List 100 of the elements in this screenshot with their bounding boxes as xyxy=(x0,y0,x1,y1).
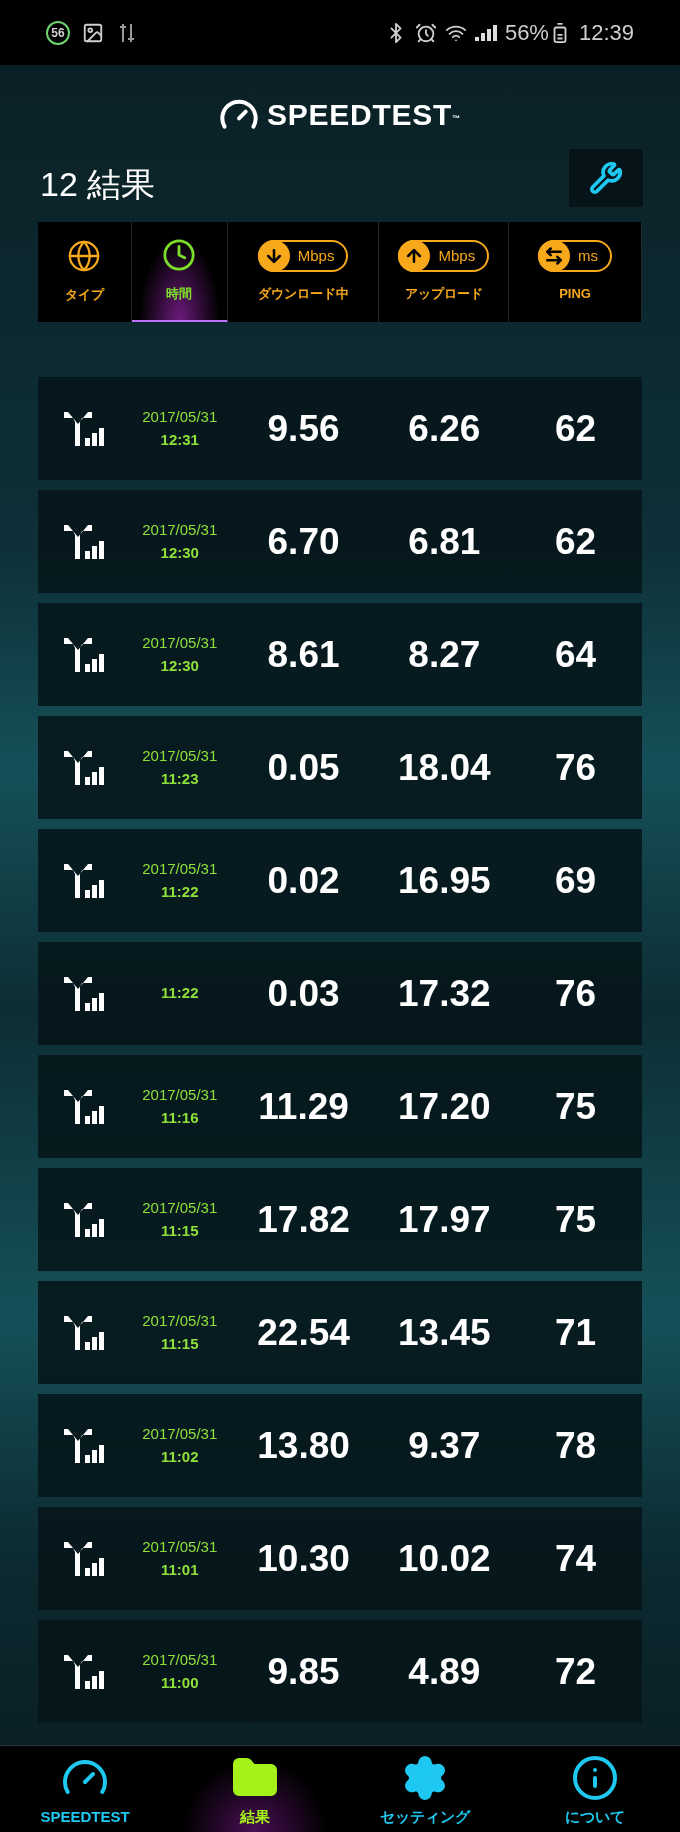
nav-tab[interactable]: SPEEDTEST xyxy=(0,1746,170,1832)
result-time: 11:16 xyxy=(161,1107,199,1128)
result-time: 11:22 xyxy=(161,881,199,902)
nav-tab[interactable]: について xyxy=(510,1746,680,1832)
ping-value: 72 xyxy=(555,1649,597,1694)
result-row[interactable]: 2017/05/31 11:15 22.54 13.45 71 xyxy=(38,1281,642,1384)
nav-tab[interactable]: セッティング xyxy=(340,1746,510,1832)
unit-label: ms xyxy=(578,246,599,266)
sort-tab[interactable]: Mbps アップロード xyxy=(379,222,510,322)
download-speed: 0.05 xyxy=(267,745,340,790)
ping-value: 62 xyxy=(555,519,597,564)
results-count-title: 12 結果 xyxy=(40,164,156,205)
result-date: 2017/05/31 xyxy=(142,1424,218,1444)
result-row[interactable]: 2017/05/31 11:23 0.05 18.04 76 xyxy=(38,716,642,819)
result-date: 2017/05/31 xyxy=(142,859,218,879)
download-speed: 0.03 xyxy=(267,971,340,1016)
result-row[interactable]: 2017/05/31 11:01 10.30 10.02 74 xyxy=(38,1507,642,1610)
sort-tab[interactable]: ms PING xyxy=(509,222,642,322)
result-date: 2017/05/31 xyxy=(142,407,218,427)
cellular-signal-icon xyxy=(63,1202,106,1237)
ping-value: 62 xyxy=(555,406,597,451)
ping-value: 75 xyxy=(555,1197,597,1242)
image-icon xyxy=(82,21,104,44)
upload-speed: 10.02 xyxy=(398,1536,491,1581)
result-date: 2017/05/31 xyxy=(142,1650,218,1670)
battery-percent: 56% xyxy=(504,19,549,47)
tools-button[interactable] xyxy=(569,148,643,207)
result-time: 12:31 xyxy=(160,429,199,450)
unit-label: Mbps xyxy=(297,246,335,266)
sort-tab[interactable]: タイプ xyxy=(38,222,132,322)
sort-tab[interactable]: Mbps ダウンロード中 xyxy=(227,222,380,322)
ping-value: 76 xyxy=(555,971,597,1016)
result-date: 2017/05/31 xyxy=(142,1537,218,1557)
cellular-signal-icon xyxy=(63,976,106,1011)
result-row[interactable]: 2017/05/31 12:31 9.56 6.26 62 xyxy=(38,377,642,480)
result-row[interactable]: 2017/05/31 12:30 8.61 8.27 64 xyxy=(38,603,642,706)
result-time: 11:15 xyxy=(161,1220,199,1241)
download-speed: 10.30 xyxy=(257,1536,350,1581)
sort-tab[interactable]: 時間 xyxy=(131,222,228,322)
download-speed: 22.54 xyxy=(257,1310,350,1355)
result-time: 11:02 xyxy=(161,1446,199,1467)
upload-speed: 9.37 xyxy=(408,1423,481,1468)
result-row[interactable]: 11:22 0.03 17.32 76 xyxy=(38,942,642,1045)
result-row[interactable]: 2017/05/31 11:15 17.82 17.97 75 xyxy=(38,1168,642,1271)
signal-icon xyxy=(474,24,497,41)
ping-value: 69 xyxy=(555,858,597,903)
result-time: 11:01 xyxy=(161,1559,199,1580)
notification-count-badge: 56 xyxy=(46,20,70,45)
download-speed: 6.70 xyxy=(267,519,340,564)
ping-value: 78 xyxy=(555,1423,597,1468)
upload-speed: 13.45 xyxy=(398,1310,491,1355)
download-speed: 9.56 xyxy=(267,406,340,451)
download-speed: 13.80 xyxy=(257,1423,350,1468)
cellular-signal-icon xyxy=(63,1541,106,1576)
result-row[interactable]: 2017/05/31 11:02 13.80 9.37 78 xyxy=(38,1394,642,1497)
ping-value: 74 xyxy=(555,1536,597,1581)
upload-speed: 8.27 xyxy=(408,632,481,677)
result-date: 2017/05/31 xyxy=(142,1198,218,1218)
result-date: 2017/05/31 xyxy=(142,1311,218,1331)
clock-time: 12:39 xyxy=(578,19,634,47)
result-row[interactable]: 2017/05/31 12:30 6.70 6.81 62 xyxy=(38,490,642,593)
ping-value: 71 xyxy=(555,1310,597,1355)
cellular-signal-icon xyxy=(63,1428,106,1463)
arrow-icon xyxy=(544,246,565,267)
cellular-signal-icon xyxy=(63,524,106,559)
result-date: 2017/05/31 xyxy=(142,633,218,653)
ping-value: 75 xyxy=(555,1084,597,1129)
ping-value: 64 xyxy=(555,632,597,677)
ping-value: 76 xyxy=(555,745,597,790)
cellular-signal-icon xyxy=(63,750,106,785)
result-row[interactable]: 2017/05/31 11:16 11.29 17.20 75 xyxy=(38,1055,642,1158)
upload-speed: 4.89 xyxy=(408,1649,481,1694)
download-speed: 8.61 xyxy=(267,632,340,677)
tools-icon xyxy=(589,160,623,195)
result-date: 2017/05/31 xyxy=(142,520,218,540)
data-arrows-icon xyxy=(120,21,134,44)
result-time: 11:00 xyxy=(161,1672,199,1693)
result-row[interactable]: 2017/05/31 11:22 0.02 16.95 69 xyxy=(38,829,642,932)
upload-speed: 6.81 xyxy=(408,519,481,564)
globe-icon xyxy=(67,239,102,274)
upload-speed: 17.20 xyxy=(398,1084,491,1129)
cellular-signal-icon xyxy=(63,1089,106,1124)
result-time: 11:22 xyxy=(161,983,199,1004)
result-time: 12:30 xyxy=(160,655,199,676)
result-date: 2017/05/31 xyxy=(142,1085,218,1105)
result-time: 11:15 xyxy=(161,1333,199,1354)
upload-speed: 17.97 xyxy=(398,1197,491,1242)
cellular-signal-icon xyxy=(63,411,106,446)
upload-speed: 18.04 xyxy=(398,745,491,790)
result-time: 11:23 xyxy=(161,768,199,789)
info-icon xyxy=(571,1754,619,1802)
result-date: 2017/05/31 xyxy=(142,746,218,766)
upload-speed: 16.95 xyxy=(398,858,491,903)
download-speed: 9.85 xyxy=(267,1649,340,1694)
cellular-signal-icon xyxy=(63,1315,106,1350)
cellular-signal-icon xyxy=(63,637,106,672)
cellular-signal-icon xyxy=(63,1654,106,1689)
alarm-icon xyxy=(414,21,437,44)
download-speed: 17.82 xyxy=(257,1197,350,1242)
result-row[interactable]: 2017/05/31 11:00 9.85 4.89 72 xyxy=(38,1620,642,1723)
